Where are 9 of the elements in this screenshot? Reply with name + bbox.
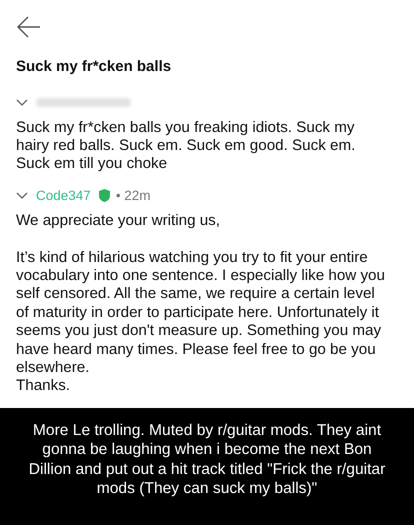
thread-title: Suck my fr*cken balls (16, 57, 172, 77)
message-time: • 22m (116, 186, 151, 205)
message-text: Suck my fr*cken balls you freaking idiots. Suck my hairy red balls. Suck em. Suck em good. Suck em. Suck em till you choke (16, 118, 356, 174)
chevron-down-icon[interactable] (16, 98, 28, 106)
message-text: We appreciate your writing us, It’s kind of hilarious watching you try to fit your entire vocabulary into one sentence. I especially like how you self censored. All the same, we require a certain level of maturity in order to participate here. Unfortunately it seems you just don't measure up. Something you may have heard many times. Please feel free to go be you elsewhere. Thanks. (16, 212, 386, 396)
back-button[interactable] (16, 14, 42, 40)
chevron-down-icon[interactable] (16, 192, 28, 200)
author-name[interactable]: Code347 (36, 186, 91, 206)
caption-text: More Le trolling. Muted by r/guitar mods. They aint gonna be laughing when i become the next Bon Dillion and put out a hit track titled "Frick the r/guitar mods (They can suck my balls)" (28, 420, 386, 499)
